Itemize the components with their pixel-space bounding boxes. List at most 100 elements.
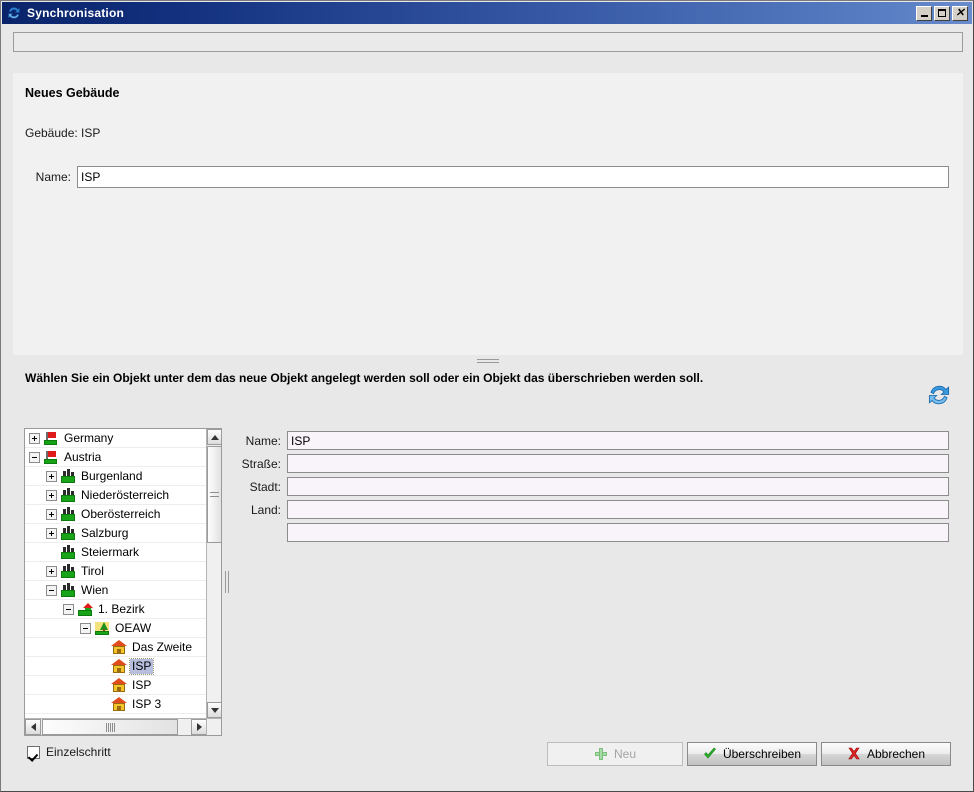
tree-rows-container: Germany Austria Burgenland Niederösterreich… bbox=[25, 429, 207, 718]
plus-icon bbox=[594, 747, 608, 761]
arrow-down-icon bbox=[210, 707, 219, 713]
detail-input-name[interactable] bbox=[287, 431, 949, 450]
region-city-icon bbox=[60, 487, 76, 503]
tree-item-steiermark[interactable]: Steiermark bbox=[25, 543, 207, 562]
close-button[interactable]: ✕ bbox=[952, 5, 968, 21]
abbrechen-button[interactable]: Abbrechen bbox=[821, 742, 951, 766]
einzelschritt-checkbox-row[interactable]: Einzelschritt bbox=[27, 745, 111, 759]
abbrechen-button-label: Abbrechen bbox=[866, 747, 926, 761]
thumb-grip-icon bbox=[210, 492, 219, 497]
tree-item-salzburg[interactable]: Salzburg bbox=[25, 524, 207, 543]
tree-expand-icon[interactable] bbox=[46, 565, 57, 577]
tree-collapse-icon[interactable] bbox=[80, 622, 91, 634]
tree-item-label: Das Zweite bbox=[132, 639, 193, 654]
einzelschritt-label: Einzelschritt bbox=[46, 745, 111, 759]
tree-item-nieder-sterreich[interactable]: Niederösterreich bbox=[25, 486, 207, 505]
tree-expand-icon[interactable] bbox=[46, 508, 57, 520]
scroll-right-button[interactable] bbox=[191, 719, 207, 735]
tree-item-label: ISP bbox=[128, 657, 155, 675]
tree-item-label: ISP bbox=[132, 677, 152, 692]
refresh-icon[interactable] bbox=[925, 381, 953, 409]
detail-row-strasse: Straße: bbox=[233, 454, 949, 473]
tree-expand-icon[interactable] bbox=[29, 432, 40, 444]
detail-input-extra[interactable] bbox=[287, 523, 949, 542]
detail-row-land: Land: bbox=[233, 500, 949, 519]
scroll-down-button[interactable] bbox=[207, 702, 221, 718]
object-tree-panel[interactable]: Germany Austria Burgenland Niederösterreich… bbox=[24, 428, 222, 736]
scroll-up-button[interactable] bbox=[207, 429, 221, 445]
building-house-icon bbox=[111, 677, 127, 693]
tree-collapse-icon[interactable] bbox=[46, 584, 57, 596]
einzelschritt-checkbox[interactable] bbox=[27, 745, 40, 759]
tree-item-label: ISP 3 bbox=[132, 696, 162, 711]
country-flag-icon bbox=[43, 449, 59, 465]
detail-input-land[interactable] bbox=[287, 500, 949, 519]
tree-item-oeaw[interactable]: OEAW bbox=[25, 619, 207, 638]
region-city-icon bbox=[60, 544, 76, 560]
check-icon bbox=[703, 747, 717, 761]
tree-item-isp-3[interactable]: ISP 3 bbox=[25, 695, 207, 714]
tree-item-isp[interactable]: ISP bbox=[25, 676, 207, 695]
tree-item-austria[interactable]: Austria bbox=[25, 448, 207, 467]
tree-item-tirol[interactable]: Tirol bbox=[25, 562, 207, 581]
tree-item-label: Burgenland bbox=[81, 468, 143, 483]
horizontal-scroll-thumb[interactable] bbox=[42, 719, 178, 735]
tree-expander-placeholder bbox=[97, 642, 108, 653]
scroll-left-button[interactable] bbox=[25, 719, 41, 735]
tree-expander-placeholder bbox=[46, 547, 57, 558]
minimize-button[interactable] bbox=[916, 5, 932, 21]
tree-expand-icon[interactable] bbox=[46, 470, 57, 482]
status-field[interactable] bbox=[13, 32, 963, 52]
splitter-grip-icon bbox=[477, 359, 499, 363]
name-field-label: Name: bbox=[35, 170, 71, 184]
tree-item-label: Wien bbox=[81, 582, 109, 597]
tree-expand-icon[interactable] bbox=[46, 527, 57, 539]
detail-row-extra bbox=[233, 523, 949, 542]
tree-expander-placeholder bbox=[97, 661, 108, 672]
ueberschreiben-button[interactable]: Überschreiben bbox=[687, 742, 817, 766]
vertical-split-divider[interactable] bbox=[223, 428, 231, 736]
tree-item-das-zweite[interactable]: Das Zweite bbox=[25, 638, 207, 657]
region-city-icon bbox=[60, 563, 76, 579]
tree-expand-icon[interactable] bbox=[46, 489, 57, 501]
detail-row-name: Name: bbox=[233, 431, 949, 450]
detail-input-strasse[interactable] bbox=[287, 454, 949, 473]
name-input[interactable] bbox=[77, 166, 949, 188]
tree-item-label: Steiermark bbox=[81, 544, 140, 559]
sync-icon bbox=[6, 5, 22, 21]
building-house-icon bbox=[111, 696, 127, 712]
tree-collapse-icon[interactable] bbox=[29, 451, 40, 463]
tree-item-ober-sterreich[interactable]: Oberösterreich bbox=[25, 505, 207, 524]
region-city-icon bbox=[60, 468, 76, 484]
horizontal-splitter[interactable] bbox=[13, 357, 963, 365]
neu-button-label: Neu bbox=[613, 747, 636, 761]
tree-item-label: Germany bbox=[64, 430, 114, 445]
tree-vertical-scrollbar[interactable] bbox=[206, 429, 221, 718]
tree-collapse-icon[interactable] bbox=[63, 603, 74, 615]
vertical-scroll-thumb[interactable] bbox=[207, 446, 221, 543]
bottom-action-bar: Einzelschritt Neu Überschreiben Abbreche bbox=[13, 739, 963, 773]
tree-item-label: Austria bbox=[64, 449, 102, 464]
maximize-button[interactable] bbox=[934, 5, 950, 21]
arrow-up-icon bbox=[210, 434, 219, 440]
region-city-icon bbox=[60, 506, 76, 522]
name-field-row: Name: bbox=[25, 166, 949, 188]
application-window: Synchronisation ✕ Neues Gebäude Gebäude:… bbox=[0, 0, 974, 792]
tree-expander-placeholder bbox=[97, 699, 108, 710]
arrow-left-icon bbox=[30, 723, 36, 731]
building-house-icon bbox=[111, 639, 127, 655]
tree-item-wien[interactable]: Wien bbox=[25, 581, 207, 600]
tree-item-1-bezirk[interactable]: 1. Bezirk bbox=[25, 600, 207, 619]
detail-label-stadt: Stadt: bbox=[249, 479, 281, 494]
district-house-icon bbox=[77, 601, 93, 617]
tree-item-isp[interactable]: ISP bbox=[25, 657, 207, 676]
neu-button[interactable]: Neu bbox=[547, 742, 683, 766]
title-bar: Synchronisation ✕ bbox=[2, 2, 972, 24]
tree-horizontal-scrollbar[interactable] bbox=[25, 718, 207, 735]
thumb-grip-icon bbox=[109, 722, 111, 732]
scrollbar-corner bbox=[206, 718, 221, 735]
tree-item-germany[interactable]: Germany bbox=[25, 429, 207, 448]
new-building-panel: Neues Gebäude Gebäude: ISP Name: bbox=[13, 73, 963, 355]
detail-input-stadt[interactable] bbox=[287, 477, 949, 496]
tree-item-burgenland[interactable]: Burgenland bbox=[25, 467, 207, 486]
